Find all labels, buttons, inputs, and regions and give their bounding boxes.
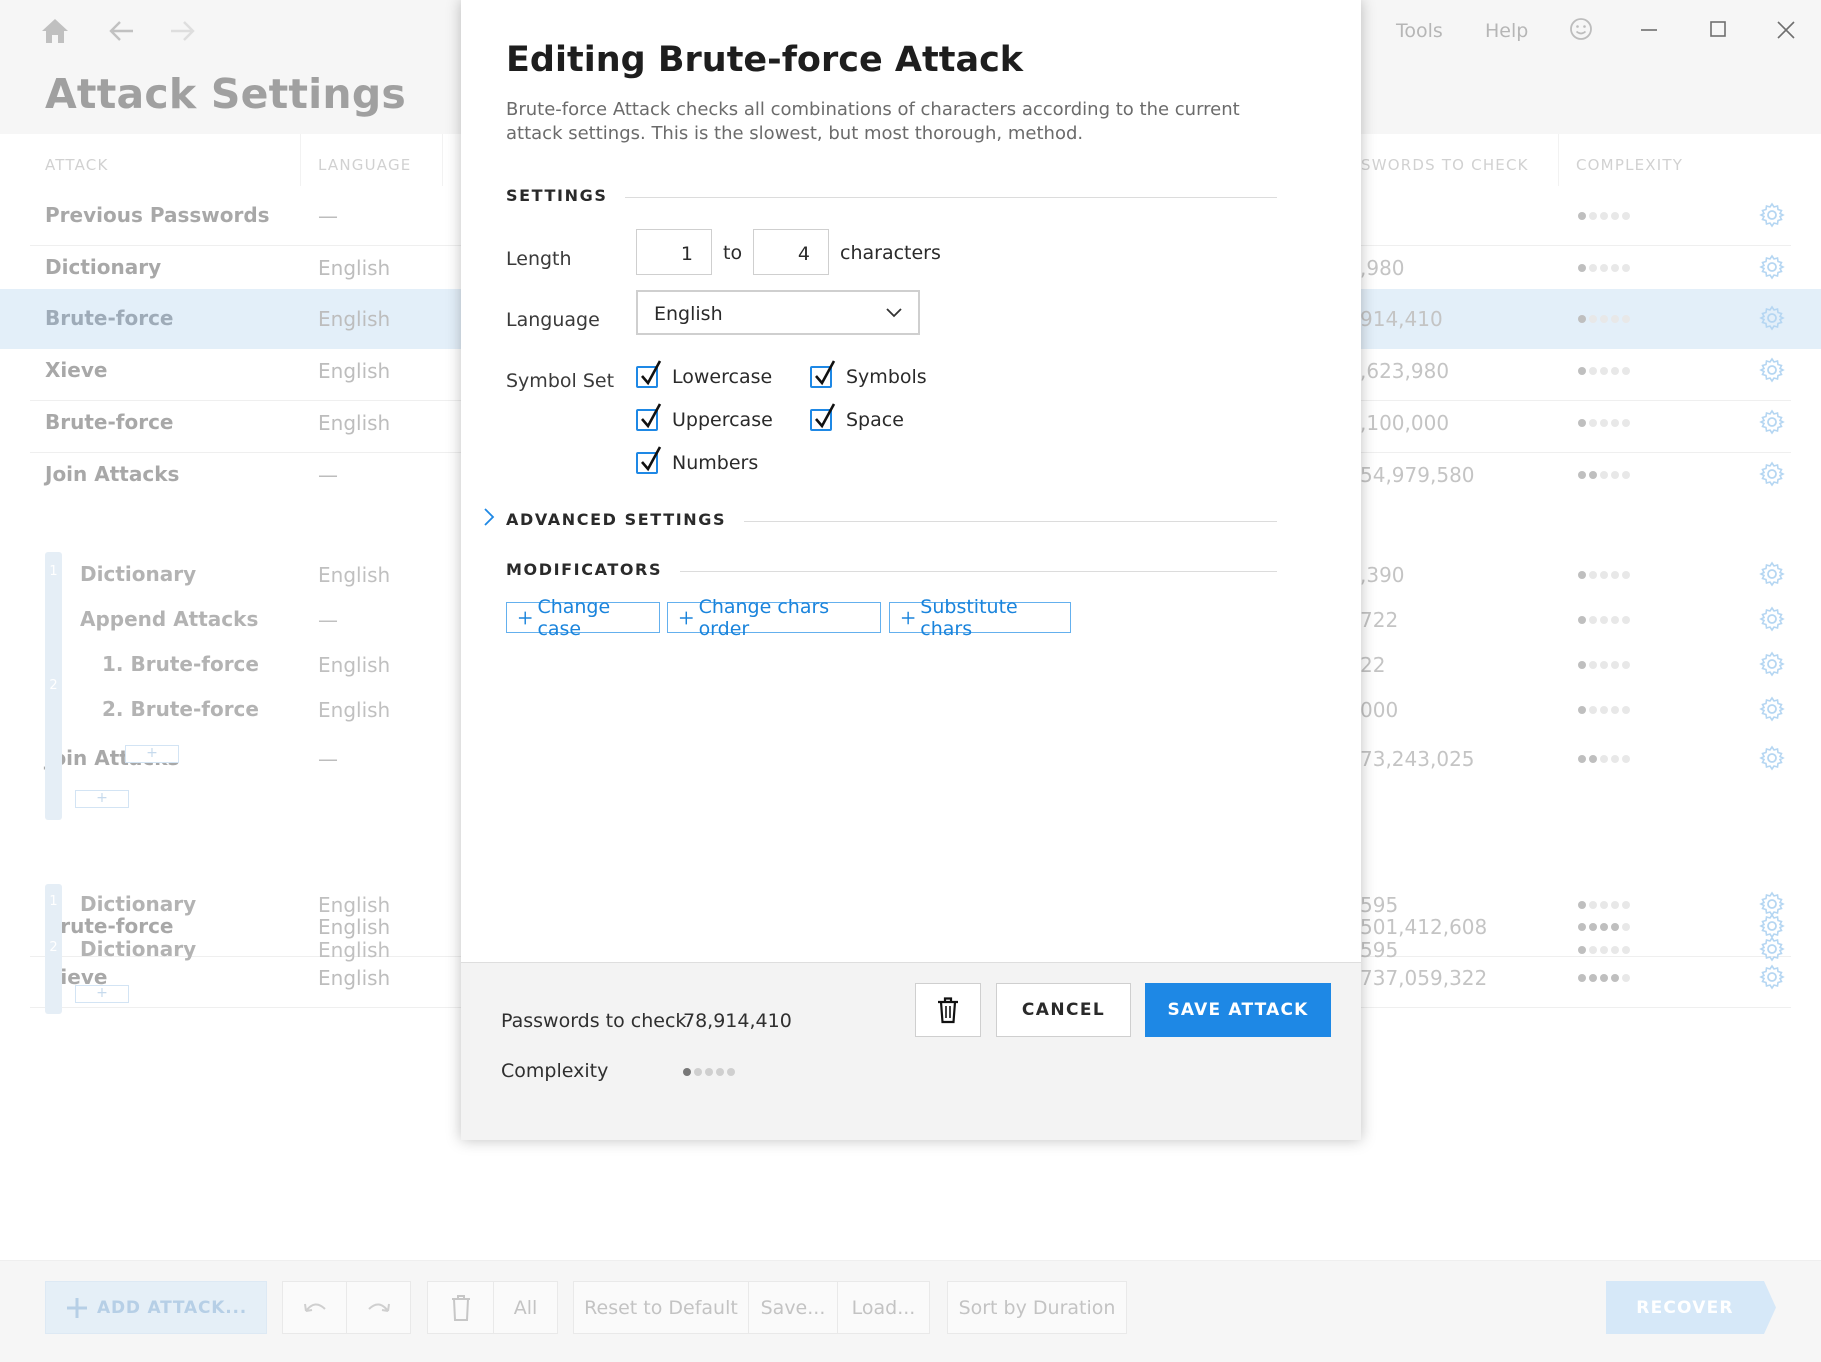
change-chars-order-button[interactable]: Change chars order [667,596,881,640]
dialog-title: Editing Brute-force Attack [506,40,1024,80]
space-checkbox[interactable]: Space [810,403,904,431]
trash-icon [938,997,958,1024]
checkbox-box [810,360,836,388]
numbers-label: Numbers [672,452,759,474]
complexity-dot [683,1068,691,1076]
length-to-input[interactable]: 4 [753,229,829,275]
section-divider [721,521,1277,522]
uppercase-checkbox[interactable]: Uppercase [636,403,773,431]
advanced-settings-toggle[interactable]: ADVANCED SETTINGS [506,510,745,529]
symbol-set-label: Symbol Set [506,370,615,392]
dialog-description: Brute-force Attack checks all combinatio… [506,99,1240,144]
checkmark-icon [641,403,662,429]
length-unit-label: characters [840,242,941,264]
substitute-chars-button[interactable]: Substitute chars [889,596,1071,640]
delete-attack-button[interactable] [915,983,981,1037]
substitute-chars-label: Substitute chars [920,595,1018,640]
checkmark-icon [641,446,662,472]
chevron-down-icon [886,308,902,318]
settings-header: SETTINGS [506,186,626,205]
complexity-indicator [683,1068,735,1076]
lowercase-label: Lowercase [672,366,773,388]
symbols-checkbox[interactable]: Symbols [810,360,927,388]
checkbox-box [636,360,662,388]
change-chars-order-label: Change chars order [698,595,830,640]
plus-icon [518,611,532,624]
length-label: Length [506,248,572,270]
length-from-input[interactable]: 1 [636,229,712,275]
plus-icon [679,611,693,624]
section-divider [666,571,1277,572]
symbols-label: Symbols [846,366,927,388]
save-attack-button[interactable]: SAVE ATTACK [1145,983,1331,1037]
edit-attack-dialog: Editing Brute-force Attack Brute-force A… [461,0,1361,1140]
complexity-dot [716,1068,724,1076]
passwords-to-check-label: Passwords to check [501,1010,687,1032]
chevron-right-icon[interactable] [483,507,495,527]
checkbox-box [636,446,662,474]
complexity-dot [727,1068,735,1076]
length-to-label: to [723,242,743,264]
change-case-button[interactable]: Change case [506,596,660,640]
cancel-button[interactable]: CANCEL [996,983,1131,1037]
complexity-dot [694,1068,702,1076]
language-label: Language [506,309,600,331]
space-label: Space [846,409,904,431]
language-select-value: English [654,303,723,325]
checkbox-box [636,403,662,431]
lowercase-checkbox[interactable]: Lowercase [636,360,773,388]
change-case-label: Change case [537,595,611,640]
plus-icon [901,611,915,624]
checkmark-icon [641,360,662,386]
checkmark-icon [815,403,836,429]
numbers-checkbox[interactable]: Numbers [636,446,759,474]
checkbox-box [810,403,836,431]
section-divider [616,197,1277,198]
uppercase-label: Uppercase [672,409,773,431]
passwords-to-check-value: 78,914,410 [683,1010,792,1032]
modificators-header: MODIFICATORS [506,560,681,579]
checkmark-icon [815,360,836,386]
language-select[interactable]: English [636,290,920,335]
complexity-label: Complexity [501,1060,609,1082]
complexity-dot [705,1068,713,1076]
